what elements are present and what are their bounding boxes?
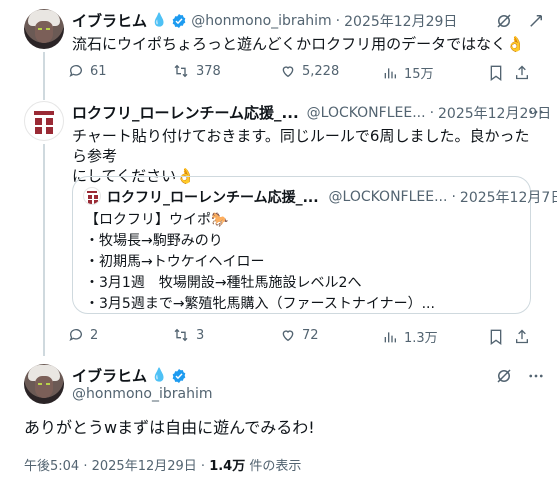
quoted-line: 【ロクフリ】ウイポ🐎 [85,212,229,228]
bookmark-icon[interactable] [489,329,503,345]
retweet-count: 378 [196,63,221,79]
handle[interactable]: @honmono_ibrahim [191,13,331,29]
views-button[interactable]: 1.3万 [382,327,438,346]
author-name[interactable]: イブラヒム [72,365,147,386]
author-name[interactable]: イブラヒム [72,10,147,31]
views-icon [384,67,396,78]
tweet-date[interactable]: 2025年12月29日 [344,11,457,31]
author-name[interactable]: ロクフリ_ローレンチーム応援_... [72,102,299,123]
quoted-text: 【ロクフリ】ウイポ🐎 ・牧場長→駒野みのり ・初期馬→トウケイヘイロー ・3月1… [85,210,435,315]
share-icon[interactable] [514,64,530,81]
reply-count: 61 [90,63,107,79]
grok-icon[interactable] [495,367,513,385]
tweet1-text: 流石にウイポちょろっと遊んどくかロクフリ用のデータではなく👌 [72,35,525,53]
retweet-button[interactable]: 3 [172,327,204,343]
more-icon[interactable] [527,367,545,385]
quoted-handle: @LOCKONFLEE... [328,189,448,205]
water-drop-emoji: 💧 [151,368,168,383]
verified-badge-icon[interactable] [171,13,187,29]
views-count: 1.3万 [404,331,438,346]
more-icon[interactable] [527,12,545,30]
tweet3-header: イブラヒム 💧 [72,365,187,386]
separator-dot: · [335,12,341,29]
quoted-line: ・牧場長→駒野みのり [85,233,223,249]
reply-button[interactable]: 2 [68,327,98,343]
views-count: 1.4万 [209,459,246,474]
separator-dot: · [200,459,210,474]
tweet1-header: イブラヒム 💧 @honmono_ibrahim · 2025年12月29日 [72,10,457,31]
handle[interactable]: @LOCKONFLEE... [307,105,426,121]
handle[interactable]: @honmono_ibrahim [72,386,212,402]
tweet2-text-line1: チャート貼り付けておきます。同じルールで6周しました。良かったら参考 [72,127,530,165]
views-button[interactable]: 15万 [382,63,434,82]
retweet-icon [174,64,188,78]
thread-line-2 [43,144,45,356]
water-drop-emoji: 💧 [151,13,168,28]
views-count: 15万 [404,67,434,82]
like-button[interactable]: 72 [280,327,319,343]
quoted-line: ・初期馬→トウケイヘイロー [85,254,265,270]
quoted-line: ・3月1週 牧場開設→種牡馬施設レベル2へ [85,275,362,291]
quoted-date: 2025年12月7日 [459,190,557,206]
avatar-ibrahim-2[interactable] [24,364,64,404]
quoted-author-name: ロクフリ_ローレンチーム応援_... [107,190,319,206]
views-icon [384,331,396,342]
quoted-avatar [83,187,101,205]
avatar-ibrahim-1[interactable] [24,9,64,49]
like-icon [282,66,294,78]
tweet3-text: ありがとうwまずは自由に遊んでみるわ! [24,418,315,437]
like-count: 5,228 [302,63,340,79]
tweet1-actions: 61 378 5,228 15万 [68,63,528,83]
quoted-line: ・3月5週まで→繁殖牝馬購入（ファーストナイナー）... [85,296,435,312]
reply-icon [69,65,82,78]
retweet-button[interactable]: 378 [172,63,221,79]
separator-dot: · [451,189,456,205]
reply-count: 2 [90,327,99,343]
retweet-count: 3 [196,327,205,343]
verified-badge-icon[interactable] [171,368,187,384]
thread-line-1 [43,52,45,100]
tweet-date[interactable]: 2025年12月29日 [92,459,197,474]
separator-dot: · [429,104,435,121]
tweet3-meta: 午後5:04 · 2025年12月29日 · 1.4万 件の表示 [24,455,301,474]
more-icon[interactable] [527,103,545,121]
tweet2-actions: 2 3 72 1.3万 [68,327,528,347]
like-icon [282,330,294,342]
reply-button[interactable]: 61 [68,63,107,79]
grok-icon[interactable] [495,12,513,30]
retweet-icon [174,328,188,342]
share-icon[interactable] [514,328,530,345]
avatar-lockonflee[interactable] [24,101,64,141]
reply-icon [69,329,82,342]
like-button[interactable]: 5,228 [280,63,339,79]
quoted-header: ロクフリ_ローレンチーム応援_... @LOCKONFLEE... · 2025… [107,187,557,207]
bookmark-icon[interactable] [489,65,503,81]
views-suffix: 件の表示 [249,459,302,474]
like-count: 72 [302,327,319,343]
tweet-time[interactable]: 午後5:04 [24,459,79,474]
quoted-tweet-card[interactable]: ロクフリ_ローレンチーム応援_... @LOCKONFLEE... · 2025… [72,176,557,315]
tweet2-header: ロクフリ_ローレンチーム応援_... @LOCKONFLEE... · 2025… [72,102,551,123]
separator-dot: · [83,459,92,474]
